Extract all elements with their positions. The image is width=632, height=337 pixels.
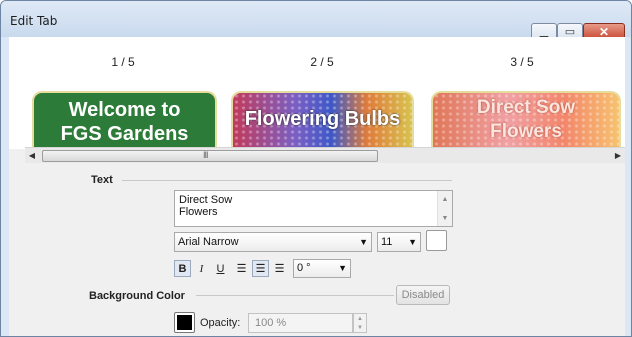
align-left-icon: ☰ [236, 263, 247, 275]
tab-tile-label: Direct Sow Flowers [433, 96, 619, 144]
tab-tile-line: Direct Sow [476, 97, 576, 118]
background-section-divider [196, 295, 394, 296]
rotation-value: 0 ° [297, 262, 311, 274]
background-color-swatch[interactable] [174, 312, 195, 333]
tab-tile-label: Flowering Bulbs [244, 108, 401, 130]
scroll-up-arrow-icon[interactable]: ▲ [438, 194, 452, 206]
edit-tab-window: Edit Tab ▁ ▭ ✕ 1 / 5 2 / 5 3 / 5 Welcome… [0, 0, 632, 337]
chevron-down-icon: ▼ [408, 237, 417, 247]
dialog-content: 1 / 5 2 / 5 3 / 5 Welcome to FGS Gardens… [9, 37, 625, 336]
scroll-down-arrow-icon[interactable]: ▼ [438, 213, 452, 225]
tab-number-2: 2 / 5 [310, 55, 334, 69]
tab-tile-label: Welcome to FGS Gardens [34, 98, 215, 146]
text-color-swatch[interactable] [426, 230, 447, 251]
scroll-right-arrow-icon[interactable]: ▶ [611, 148, 625, 164]
tab-text-input[interactable]: Direct Sow Flowers ▲ ▼ [174, 190, 453, 227]
tab-tile-line: Welcome to [68, 99, 181, 121]
text-line: Flowers [179, 206, 218, 218]
horizontal-scrollbar[interactable]: ◀ III ▶ [25, 147, 625, 163]
opacity-input[interactable]: 100 % [248, 313, 353, 333]
text-section-divider [122, 180, 452, 181]
opacity-stepper[interactable]: ▲ ▼ [353, 313, 367, 333]
italic-button[interactable]: I [193, 260, 210, 277]
font-size-select[interactable]: 11 ▼ [377, 232, 421, 252]
tab-tile-line: Flowers [490, 121, 562, 142]
align-left-button[interactable]: ☰ [233, 260, 250, 277]
stepper-up-icon[interactable]: ▲ [354, 316, 366, 322]
align-right-icon: ☰ [274, 263, 285, 275]
tab-tile-direct-sow[interactable]: Direct Sow Flowers [431, 91, 621, 147]
bold-button[interactable]: B [174, 260, 191, 277]
stepper-down-icon[interactable]: ▼ [354, 325, 366, 331]
chevron-down-icon: ▼ [338, 263, 347, 273]
underline-button[interactable]: U [212, 260, 229, 277]
align-center-button[interactable]: ☰ [252, 260, 269, 277]
title-bar: Edit Tab ▁ ▭ ✕ [1, 1, 631, 41]
text-rotation-select[interactable]: 0 ° ▼ [293, 259, 351, 278]
background-color-section-label: Background Color [89, 290, 185, 302]
align-center-icon: ☰ [255, 263, 266, 275]
scrollbar-grip: III [203, 150, 208, 160]
tab-number-3: 3 / 5 [510, 55, 534, 69]
tab-tile-welcome[interactable]: Welcome to FGS Gardens [32, 91, 217, 147]
tab-number-1: 1 / 5 [111, 55, 135, 69]
tab-tile-flowering-bulbs[interactable]: Flowering Bulbs [231, 91, 414, 147]
background-toggle-button[interactable]: Disabled [396, 285, 450, 305]
scroll-left-arrow-icon[interactable]: ◀ [25, 148, 39, 164]
chevron-down-icon: ▼ [359, 237, 368, 247]
window-title: Edit Tab [10, 14, 58, 28]
opacity-label: Opacity: [200, 317, 241, 329]
font-size-value: 11 [381, 236, 393, 248]
text-section-label: Text [91, 174, 113, 186]
tab-tile-line: FGS Gardens [60, 123, 189, 145]
align-right-button[interactable]: ☰ [271, 260, 288, 277]
text-line: Direct Sow [179, 194, 233, 206]
text-vertical-scrollbar[interactable]: ▲ ▼ [437, 191, 452, 226]
swatch-fill [177, 315, 192, 330]
tab-preview-strip: 1 / 5 2 / 5 3 / 5 Welcome to FGS Gardens… [9, 37, 625, 149]
font-family-select[interactable]: Arial Narrow ▼ [174, 232, 372, 252]
scrollbar-thumb[interactable]: III [42, 150, 378, 162]
font-family-value: Arial Narrow [178, 236, 239, 248]
